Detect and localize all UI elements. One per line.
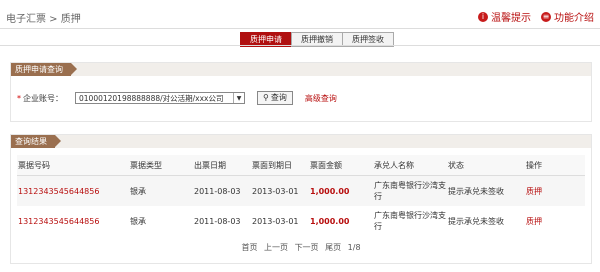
table-header-row: 票据号码 票据类型 出票日期 票面到期日 票面金额 承兑人名称 状态 操作 xyxy=(17,155,585,176)
chevron-down-icon: ▼ xyxy=(233,93,244,103)
table-row: 1312343545644856 银承 2011-08-03 2013-03-0… xyxy=(17,175,585,206)
col-due-date: 票面到期日 xyxy=(251,155,309,176)
search-icon: ⚲ xyxy=(263,93,269,102)
bill-no-link[interactable]: 1312343545644856 xyxy=(17,175,129,206)
pager: 首页 上一页 下一页 尾页 1/8 xyxy=(11,242,591,253)
due-date: 2013-03-01 xyxy=(252,216,299,226)
search-button-label: 查询 xyxy=(270,93,287,102)
table-row: 1312343545644856 银承 2011-08-03 2013-03-0… xyxy=(17,206,585,236)
amount: 1,000.00 xyxy=(309,175,373,206)
col-acceptor: 承兑人名称 xyxy=(373,155,447,176)
status: 提示承兑未签收 xyxy=(447,175,525,206)
intro-label: 功能介绍 xyxy=(554,13,594,24)
col-bill-no: 票据号码 xyxy=(17,155,129,176)
issue-date: 2011-08-03 xyxy=(194,216,241,226)
tips-label: 温馨提示 xyxy=(491,13,531,24)
intro-link[interactable]: ≡ 功能介绍 xyxy=(541,9,594,24)
query-section: 质押申请查询 * 企业账号： 01000120198888888/对公活期/xx… xyxy=(10,62,592,122)
results-section-title: 查询结果 xyxy=(11,135,61,148)
query-row: * 企业账号： 01000120198888888/对公活期/xxx公司 ▼ ⚲… xyxy=(17,91,337,105)
book-icon: ≡ xyxy=(541,11,551,22)
advanced-search-link[interactable]: 高级查询 xyxy=(305,93,337,104)
col-status: 状态 xyxy=(447,155,525,176)
query-section-bar xyxy=(11,63,591,76)
pager-prev[interactable]: 上一页 xyxy=(264,243,288,252)
pledge-action-link[interactable]: 质押 xyxy=(525,175,585,206)
amount: 1,000.00 xyxy=(310,216,350,226)
pledge-action-link[interactable]: 质押 xyxy=(525,206,585,236)
pager-first[interactable]: 首页 xyxy=(241,243,257,252)
col-amount: 票面金额 xyxy=(309,155,373,176)
bill-no-link[interactable]: 1312343545644856 xyxy=(17,206,129,236)
account-select[interactable]: 01000120198888888/对公活期/xxx公司 ▼ xyxy=(75,92,245,104)
search-button[interactable]: ⚲ 查询 xyxy=(257,91,293,105)
bill-type: 银承 xyxy=(129,175,193,206)
breadcrumb: 电子汇票 > 质押 xyxy=(6,14,81,25)
query-section-title: 质押申请查询 xyxy=(11,63,77,76)
tabs-divider xyxy=(0,45,600,46)
results-section: 查询结果 票据号码 票据类型 出票日期 票面到期日 票面金额 承兑人名称 状态 … xyxy=(10,134,592,264)
results-section-bar xyxy=(11,135,591,148)
col-issue-date: 出票日期 xyxy=(193,155,251,176)
account-value: 01000120198888888/对公活期/xxx公司 xyxy=(79,93,224,103)
results-table: 票据号码 票据类型 出票日期 票面到期日 票面金额 承兑人名称 状态 操作 13… xyxy=(17,155,585,236)
required-mark: * xyxy=(17,93,21,103)
col-action: 操作 xyxy=(525,155,585,176)
acceptor-name: 广东南粤银行沙湾支行 xyxy=(373,175,447,206)
pager-info: 1/8 xyxy=(347,243,361,252)
info-icon: i xyxy=(478,11,488,22)
account-label: 企业账号： xyxy=(23,93,63,103)
page: 电子汇票 > 质押 i 温馨提示 ≡ 功能介绍 质押申请 质押撤销 质押签收 质… xyxy=(0,0,600,272)
issue-date: 2011-08-03 xyxy=(193,175,251,206)
top-links: i 温馨提示 ≡ 功能介绍 xyxy=(478,9,594,24)
acceptor-name: 广东南粤银行沙湾支行 xyxy=(374,211,446,231)
col-bill-type: 票据类型 xyxy=(129,155,193,176)
top-bar: 电子汇票 > 质押 i 温馨提示 ≡ 功能介绍 xyxy=(0,0,600,29)
pager-last[interactable]: 尾页 xyxy=(325,243,341,252)
bill-type: 银承 xyxy=(130,216,146,226)
due-date: 2013-03-01 xyxy=(251,175,309,206)
status: 提示承兑未签收 xyxy=(448,216,504,226)
pager-next[interactable]: 下一页 xyxy=(295,243,319,252)
tips-link[interactable]: i 温馨提示 xyxy=(478,9,531,24)
